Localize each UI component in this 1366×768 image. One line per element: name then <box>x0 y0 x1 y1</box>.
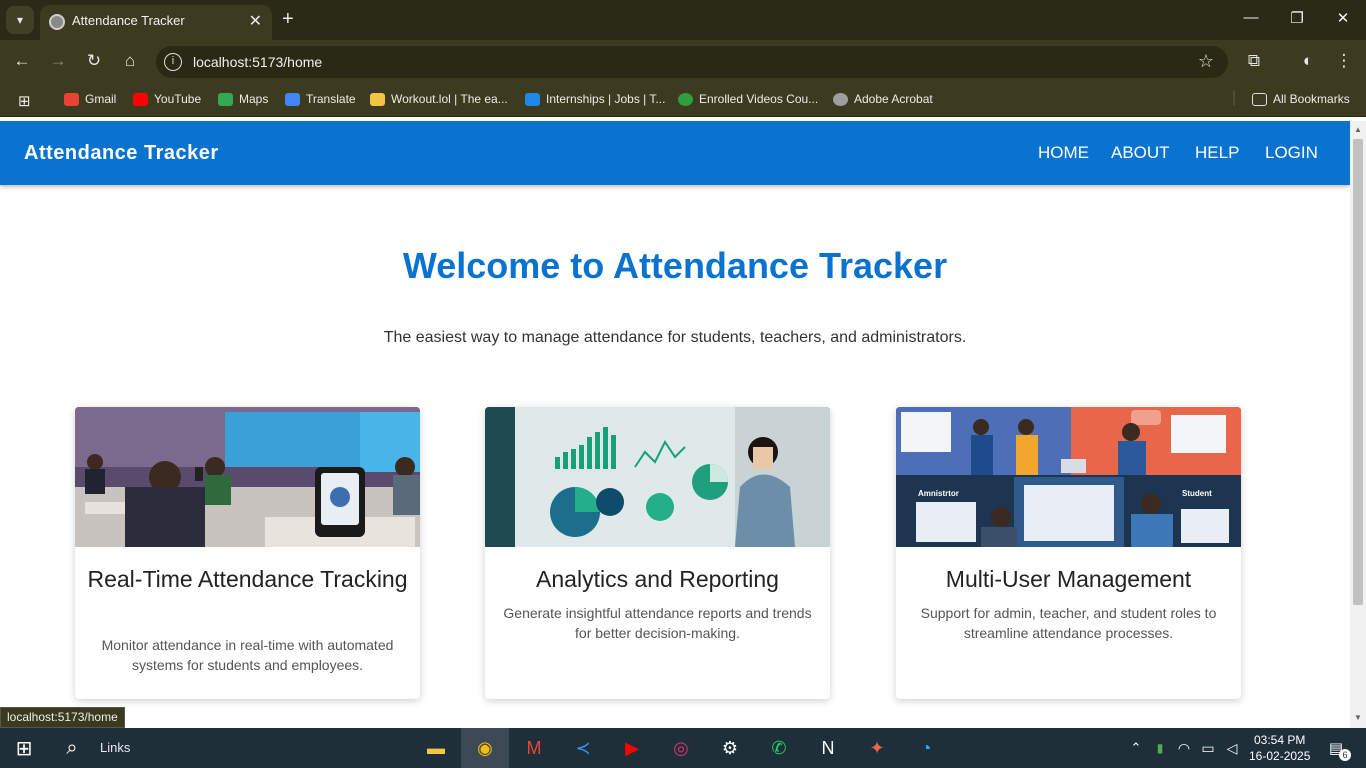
globe-icon <box>833 92 848 106</box>
restore-button[interactable]: ❐ <box>1282 9 1312 27</box>
feature-card-analytics: Analytics and Reporting Generate insight… <box>485 407 830 699</box>
youtube-icon <box>133 92 148 106</box>
youtube-icon[interactable]: ▶ <box>620 736 644 760</box>
more-menu-icon[interactable]: ⋮ <box>1332 51 1356 71</box>
settings-gear-icon[interactable]: ⚙ <box>718 736 742 760</box>
page-scrollbar[interactable]: ▲ ▼ <box>1350 121 1366 728</box>
active-tab[interactable]: Attendance Tracker ✕ <box>40 5 272 40</box>
analytics-dashboard-image <box>485 407 830 547</box>
bookmark-youtube[interactable]: YouTube <box>133 92 201 106</box>
bookmark-enrolled-videos[interactable]: Enrolled Videos Cou... <box>678 92 818 106</box>
site-info-icon[interactable]: i <box>164 53 182 71</box>
nav-help[interactable]: HELP <box>1195 143 1239 163</box>
nav-home[interactable]: HOME <box>1038 143 1089 163</box>
close-tab-icon[interactable]: ✕ <box>249 11 262 31</box>
folder-icon <box>1252 92 1267 106</box>
page-viewport: Attendance Tracker HOME ABOUT HELP LOGIN… <box>0 121 1350 728</box>
battery-icon[interactable]: ▭ <box>1196 736 1220 760</box>
home-icon[interactable]: ⌂ <box>118 51 142 71</box>
tab-search-button[interactable]: ▾ <box>6 6 34 34</box>
profile-avatar[interactable]: ◐ <box>1296 51 1320 71</box>
translate-icon <box>285 92 300 106</box>
maps-icon <box>218 92 233 106</box>
bookmark-adobe-acrobat[interactable]: Adobe Acrobat <box>833 92 933 106</box>
bookmark-translate[interactable]: Translate <box>285 92 356 106</box>
globe-icon <box>49 14 65 30</box>
classroom-image <box>75 407 420 547</box>
gmail-icon <box>64 92 79 106</box>
new-tab-button[interactable]: + <box>282 8 294 31</box>
multi-user-image: Amnistrtor Student <box>896 407 1241 547</box>
windows-start-icon[interactable]: ⊞ <box>12 736 36 760</box>
hero-subtitle: The easiest way to manage attendance for… <box>383 329 967 346</box>
card-description: Generate insightful attendance reports a… <box>503 605 812 641</box>
wifi-icon[interactable]: ◠ <box>1172 736 1196 760</box>
card-title: Analytics and Reporting <box>536 566 779 592</box>
app-icon[interactable]: ✦ <box>865 736 889 760</box>
taskbar-search-label[interactable]: Links <box>100 740 130 755</box>
card-title: Multi-User Management <box>945 566 1192 592</box>
notion-icon[interactable]: N <box>816 736 840 760</box>
scroll-up-icon[interactable]: ▲ <box>1354 125 1362 134</box>
volume-icon[interactable]: ◁ <box>1220 736 1244 760</box>
brand-logo[interactable]: Attendance Tracker <box>24 142 219 165</box>
all-bookmarks[interactable]: All Bookmarks <box>1252 92 1350 106</box>
card-title: Real-Time Attendance Tracking <box>87 566 408 592</box>
reload-icon[interactable]: ↻ <box>82 51 106 71</box>
clock-date[interactable]: 16-02-2025 <box>1249 749 1310 763</box>
close-window-button[interactable]: ✕ <box>1328 9 1358 27</box>
url-text: localhost:5173/home <box>193 54 323 70</box>
vscode-icon[interactable]: ≺ <box>571 736 595 760</box>
student-label: Student <box>1182 489 1212 498</box>
bookmark-internships[interactable]: Internships | Jobs | T... <box>525 92 665 106</box>
edge-icon[interactable]: ◔ <box>914 736 938 760</box>
windows-taskbar: ⊞ ⌕ Links ▬ ◉ M ≺ ▶ ◎ ⚙ ✆ N ✦ ◔ ⌃ ▮ ◠ ▭ … <box>0 728 1366 768</box>
file-explorer-icon[interactable]: ▬ <box>424 736 448 760</box>
card-description: Monitor attendance in real-time with aut… <box>101 637 394 673</box>
apps-grid-icon[interactable]: ⊞ <box>18 92 31 110</box>
bookmarks-bar: ⊞ Gmail YouTube Maps Translate Workout.l… <box>0 84 1366 117</box>
status-url: localhost:5173/home <box>0 707 125 728</box>
tab-title: Attendance Tracker <box>72 13 185 28</box>
nav-about[interactable]: ABOUT <box>1111 143 1170 163</box>
bookmark-workout[interactable]: Workout.lol | The ea... <box>370 92 508 106</box>
back-icon[interactable]: ← <box>10 51 34 71</box>
scroll-thumb[interactable] <box>1353 139 1363 605</box>
extensions-icon[interactable]: ⧉ <box>1242 51 1266 71</box>
workout-icon <box>370 92 385 106</box>
gmail-icon[interactable]: M <box>522 736 546 760</box>
clock-time[interactable]: 03:54 PM <box>1254 733 1305 747</box>
forward-icon[interactable]: → <box>46 51 70 71</box>
app-header: Attendance Tracker HOME ABOUT HELP LOGIN <box>0 121 1350 185</box>
internshala-icon <box>525 92 540 106</box>
address-bar[interactable]: i localhost:5173/home ☆ <box>156 46 1228 78</box>
tray-app-icon[interactable]: ▮ <box>1148 736 1172 760</box>
administrator-label: Amnistrtor <box>918 489 959 498</box>
course-icon <box>678 92 693 106</box>
search-icon[interactable]: ⌕ <box>60 736 84 760</box>
browser-toolbar: ← → ↻ ⌂ i localhost:5173/home ☆ ⧉ ◐ ⋮ <box>0 40 1366 84</box>
bookmark-maps[interactable]: Maps <box>218 92 268 106</box>
feature-card-realtime: Real-Time Attendance Tracking Monitor at… <box>75 407 420 699</box>
divider: | <box>1232 89 1237 106</box>
card-description: Support for admin, teacher, and student … <box>920 605 1217 641</box>
chrome-icon[interactable]: ◉ <box>473 736 497 760</box>
instagram-icon[interactable]: ◎ <box>669 736 693 760</box>
notification-count-badge: 6 <box>1339 749 1351 761</box>
scroll-down-icon[interactable]: ▼ <box>1354 713 1362 722</box>
nav-login[interactable]: LOGIN <box>1265 143 1318 163</box>
chevron-up-icon[interactable]: ⌃ <box>1124 736 1148 760</box>
minimize-button[interactable]: — <box>1236 9 1266 26</box>
hero-title: Welcome to Attendance Tracker <box>402 245 948 286</box>
bookmark-star-icon[interactable]: ☆ <box>1198 51 1214 72</box>
whatsapp-icon[interactable]: ✆ <box>767 736 791 760</box>
feature-card-multiuser: Amnistrtor Student Multi-User Management… <box>896 407 1241 699</box>
bookmark-gmail[interactable]: Gmail <box>64 92 116 106</box>
browser-tab-bar: ▾ Attendance Tracker ✕ + — ❐ ✕ <box>0 0 1366 40</box>
